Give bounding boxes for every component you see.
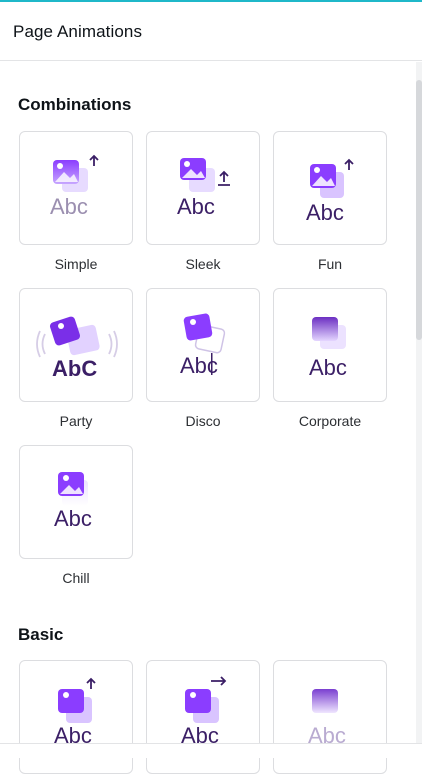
sleek-preview-icon: Abc [177, 158, 230, 219]
section-title-combinations: Combinations [18, 95, 132, 114]
animation-tile-corporate[interactable]: Abc [273, 288, 387, 402]
animation-tile-simple[interactable]: Abc [19, 131, 133, 245]
tile-label: Chill [62, 570, 90, 586]
svg-text:Abc: Abc [54, 506, 92, 531]
tile-label: Fun [317, 256, 343, 272]
scrollbar-thumb[interactable] [416, 80, 422, 340]
corporate-preview-icon: Abc [308, 317, 358, 380]
party-preview-icon: AbC [36, 316, 118, 381]
animation-tile-chill[interactable]: Abc [19, 445, 133, 559]
bottom-divider [0, 743, 422, 758]
section-title-basic: Basic [18, 625, 64, 644]
disco-preview-icon: Abc [180, 313, 226, 378]
animation-tile-party[interactable]: AbC [19, 288, 133, 402]
svg-text:Abc: Abc [306, 200, 344, 225]
svg-text:AbC: AbC [52, 356, 97, 381]
tile-label: Disco [185, 413, 221, 429]
fun-preview-icon: Abc [304, 158, 354, 225]
panel-header: Page Animations [0, 2, 422, 61]
svg-text:Abc: Abc [309, 355, 347, 380]
page-title: Page Animations [13, 22, 143, 41]
simple-preview-icon: Abc [50, 154, 99, 219]
chill-preview-icon: Abc [54, 472, 92, 531]
animation-tile-sleek[interactable]: Abc [146, 131, 260, 245]
svg-text:Abc: Abc [177, 194, 215, 219]
tile-label: Party [59, 413, 93, 429]
animation-tile-disco[interactable]: Abc [146, 288, 260, 402]
animation-tile-fun[interactable]: Abc [273, 131, 387, 245]
tile-label: Sleek [185, 256, 221, 272]
tile-label: Corporate [298, 413, 362, 429]
tile-label: Simple [54, 256, 98, 272]
svg-text:Abc: Abc [50, 194, 88, 219]
